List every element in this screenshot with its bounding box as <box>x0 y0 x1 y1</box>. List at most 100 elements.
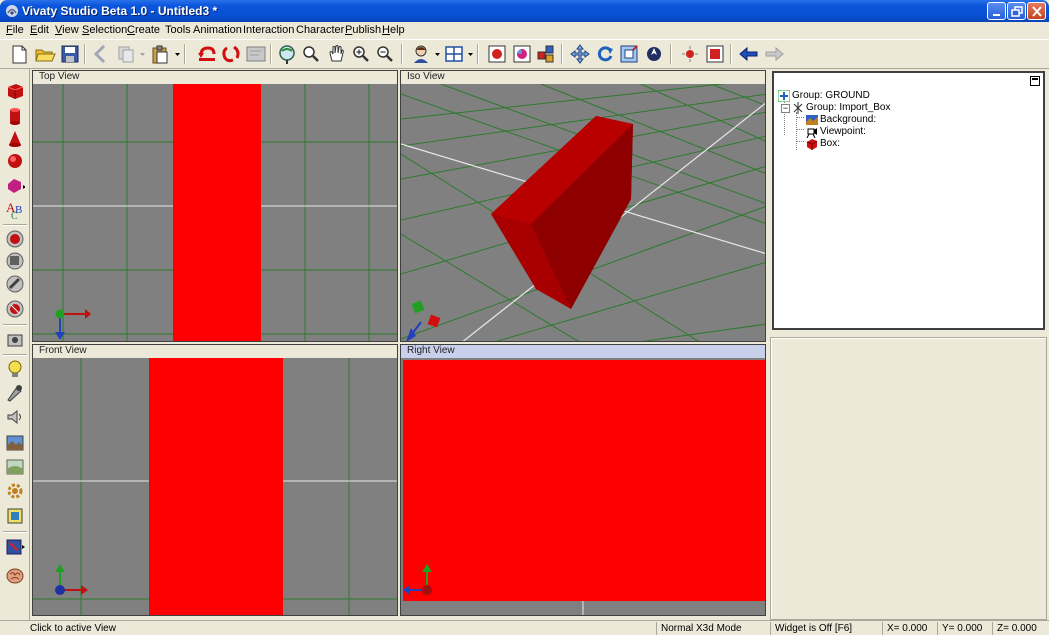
shape-icon[interactable] <box>5 176 25 196</box>
new-file-icon[interactable] <box>8 43 30 65</box>
menu-bar: File Edit View Selection Create Tools An… <box>0 22 1049 39</box>
menu-view[interactable]: View <box>54 24 80 38</box>
menu-character[interactable]: Character <box>295 24 345 38</box>
light-icon[interactable] <box>679 43 701 65</box>
zoom-in-icon[interactable] <box>350 43 372 65</box>
group-icon[interactable] <box>535 43 557 65</box>
main-toolbar <box>0 39 1049 69</box>
rotate-icon[interactable] <box>594 43 616 65</box>
menu-animation[interactable]: Animation <box>192 24 243 38</box>
spotlight-icon[interactable] <box>5 383 25 403</box>
toolbar-separator <box>184 44 186 64</box>
status-z-coordinate: Z= 0.000 <box>992 622 1048 635</box>
scale-icon[interactable] <box>618 43 640 65</box>
menu-file[interactable]: File <box>5 24 25 38</box>
open-folder-icon[interactable] <box>34 43 56 65</box>
box-icon[interactable] <box>5 81 25 101</box>
box-icon <box>806 139 818 150</box>
svg-text:C: C <box>11 211 18 219</box>
back-arrow-icon[interactable] <box>738 43 760 65</box>
status-message: Click to active View <box>30 623 116 634</box>
toolbar-separator <box>670 44 672 64</box>
extrude-icon[interactable] <box>5 299 25 319</box>
sound-icon[interactable] <box>5 407 25 427</box>
menu-help[interactable]: Help <box>381 24 406 38</box>
tree-collapse-toggle[interactable]: − <box>781 104 790 113</box>
top-view-canvas[interactable] <box>33 84 397 341</box>
gear-icon[interactable] <box>5 481 25 501</box>
iso-view-canvas[interactable] <box>401 84 765 341</box>
snapshot-icon[interactable] <box>486 43 508 65</box>
forward-arrow-icon[interactable] <box>763 43 785 65</box>
avatar-dropdown[interactable] <box>434 46 441 62</box>
navigate-icon[interactable] <box>643 43 665 65</box>
zoom-out-icon[interactable] <box>374 43 396 65</box>
layout-grid-icon[interactable] <box>443 43 465 65</box>
select-icon[interactable] <box>245 43 267 65</box>
top-view-viewport[interactable]: Top View <box>32 70 398 342</box>
save-icon[interactable] <box>59 43 81 65</box>
redo-icon[interactable] <box>220 43 242 65</box>
preview-icon[interactable] <box>704 43 726 65</box>
front-view-viewport[interactable]: Front View <box>32 344 398 616</box>
right-view-canvas[interactable] <box>401 358 765 615</box>
text-icon[interactable]: ABC <box>5 199 25 219</box>
menu-publish[interactable]: Publish <box>344 24 382 38</box>
layout-dropdown[interactable] <box>467 46 474 62</box>
menu-interaction[interactable]: Interaction <box>242 24 295 38</box>
light-bulb-icon[interactable] <box>5 359 25 379</box>
front-view-label: Front View <box>33 345 397 358</box>
minimize-button[interactable] <box>987 2 1006 20</box>
avatar-icon[interactable] <box>410 43 432 65</box>
boolean-subtract-icon[interactable] <box>5 251 25 271</box>
undo-icon[interactable] <box>196 43 218 65</box>
box-object <box>149 358 283 615</box>
paste-icon[interactable] <box>149 43 171 65</box>
front-view-canvas[interactable] <box>33 358 397 615</box>
toolbar-separator <box>3 224 27 226</box>
restore-button[interactable] <box>1007 2 1026 20</box>
background-icon[interactable] <box>5 433 25 453</box>
zoom-icon[interactable] <box>300 43 322 65</box>
cut-icon[interactable] <box>90 43 112 65</box>
menu-selection[interactable]: Selection <box>81 24 128 38</box>
menu-create[interactable]: Create <box>126 24 161 38</box>
status-x-coordinate: X= 0.000 <box>882 622 936 635</box>
scene-tree-panel: Group: GROUND − Group: Import_Box Backgr… <box>772 71 1045 330</box>
copy-icon[interactable] <box>115 43 137 65</box>
material-icon[interactable] <box>511 43 533 65</box>
boolean-union-icon[interactable] <box>5 229 25 249</box>
cylinder-icon[interactable] <box>5 106 25 126</box>
menu-edit[interactable]: Edit <box>29 24 50 38</box>
zoom-extents-icon[interactable] <box>276 43 298 65</box>
panel-menu-button[interactable] <box>1030 76 1040 86</box>
window-title: Vivaty Studio Beta 1.0 - Untitled3 * <box>22 4 218 18</box>
menu-tools[interactable]: Tools <box>164 24 192 38</box>
sphere-icon[interactable] <box>5 151 25 171</box>
script-icon[interactable] <box>5 506 25 526</box>
group-icon <box>778 90 790 102</box>
brain-icon[interactable] <box>5 566 25 586</box>
copy-dropdown[interactable] <box>139 46 146 62</box>
toolbar-separator <box>3 531 27 533</box>
iso-view-viewport[interactable]: Iso View <box>400 70 766 342</box>
axis-gizmo <box>406 300 441 341</box>
camera-objects-icon[interactable] <box>5 330 25 350</box>
move-icon[interactable] <box>569 43 591 65</box>
paste-dropdown[interactable] <box>174 46 181 62</box>
box-object <box>403 360 765 601</box>
right-view-viewport[interactable]: Right View <box>400 344 766 616</box>
boolean-intersect-icon[interactable] <box>5 274 25 294</box>
toolbar-separator <box>270 44 272 64</box>
toolbar-separator <box>3 354 27 356</box>
close-button[interactable] <box>1027 2 1046 20</box>
pan-hand-icon[interactable] <box>325 43 347 65</box>
status-mode: Normal X3d Mode <box>656 622 764 635</box>
terrain-icon[interactable] <box>5 457 25 477</box>
create-toolbar: ABC <box>0 69 30 620</box>
right-view-label: Right View <box>401 345 765 358</box>
cone-icon[interactable] <box>5 129 25 149</box>
group-icon <box>793 102 803 114</box>
animation-icon[interactable] <box>5 537 25 557</box>
iso-view-label: Iso View <box>401 71 765 84</box>
